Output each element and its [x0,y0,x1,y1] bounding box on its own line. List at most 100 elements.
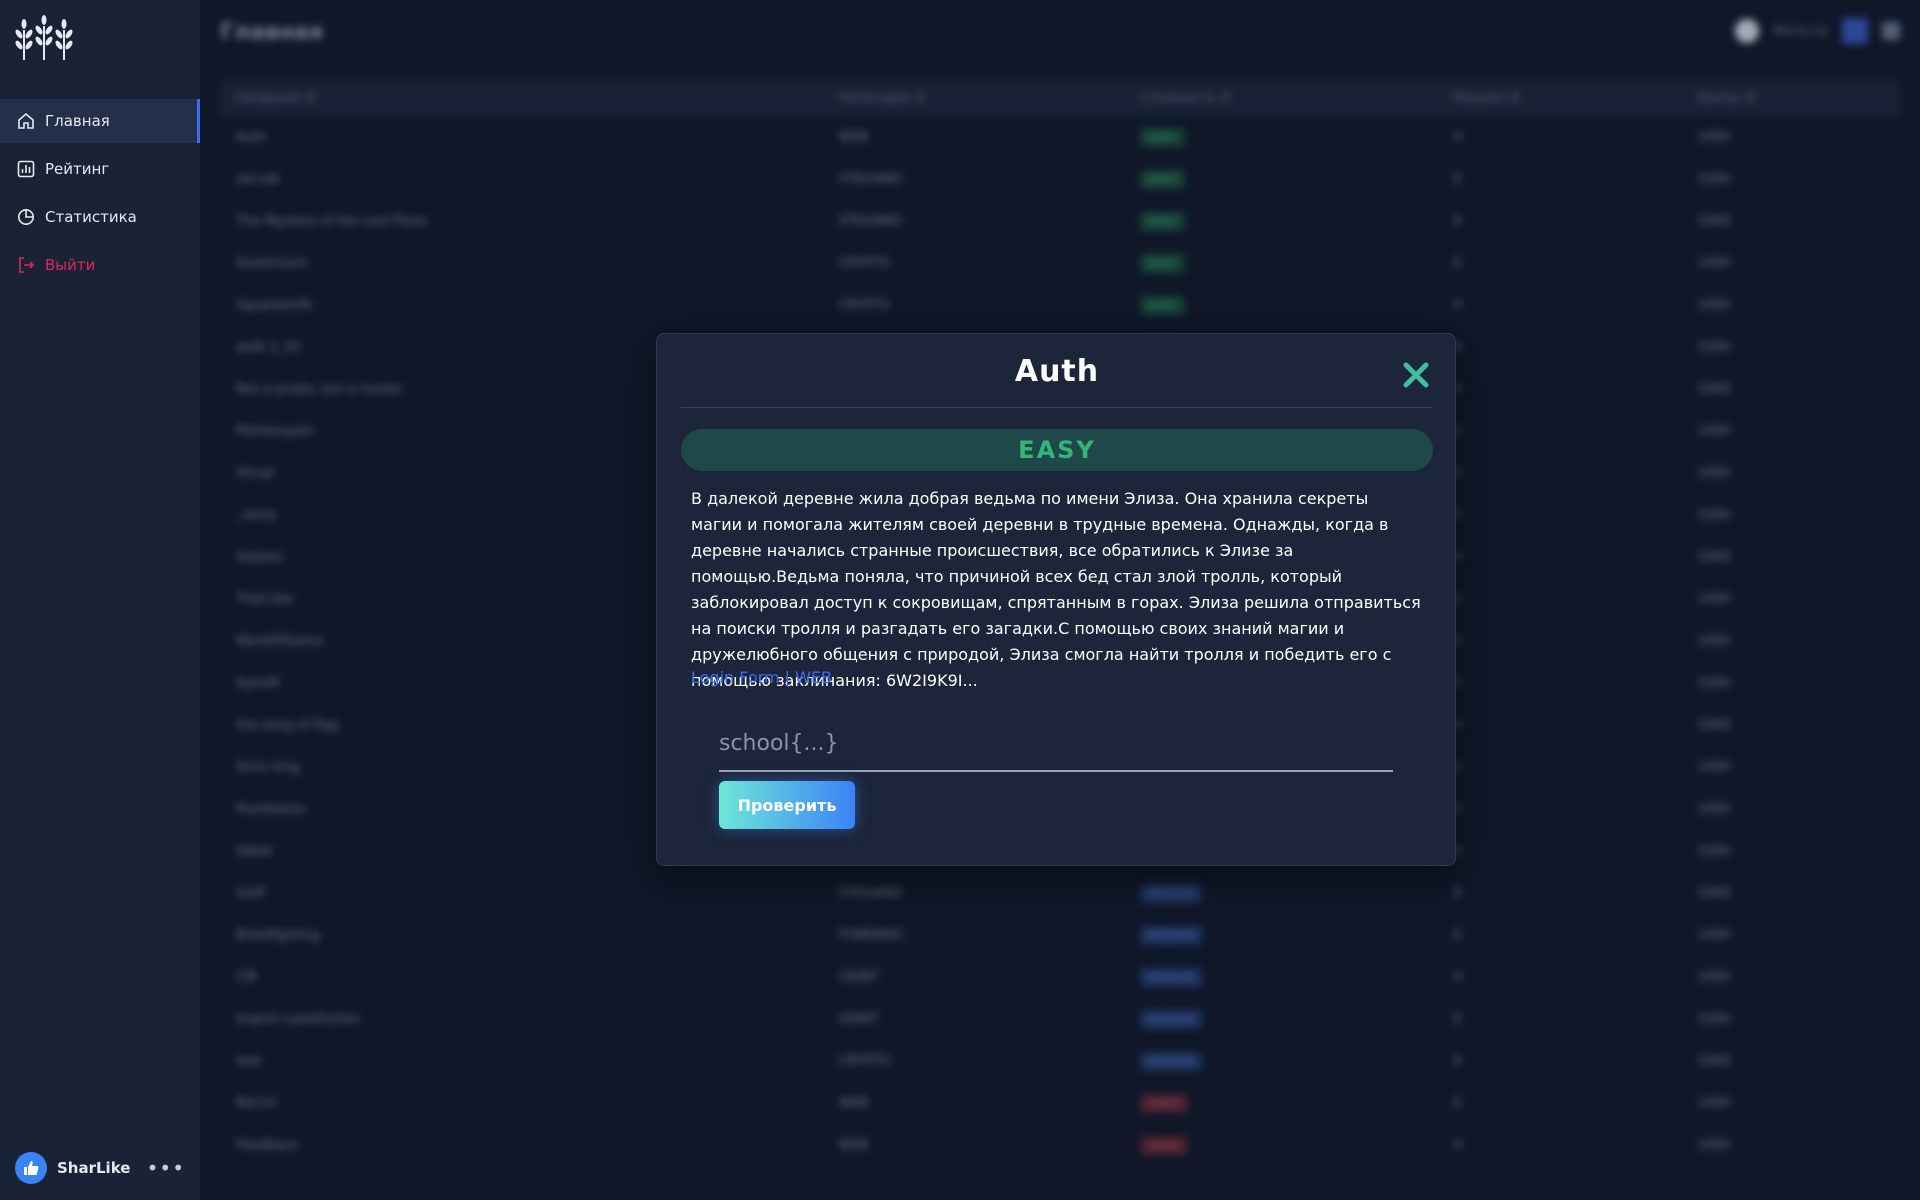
table-row[interactable]: Brestfighting FORENSIC MEDIUM 0 1000 [220,914,1900,956]
task-difficulty-cell: MEDIUM [1124,998,1437,1040]
flag-input[interactable] [719,722,1393,772]
task-category-cell: STEGANO [838,171,903,187]
task-solved-cell: 0 [1453,465,1462,481]
theme-toggle-icon[interactable] [1734,19,1759,43]
task-name-cell: Import substitution [236,1011,361,1027]
table-row[interactable]: ReCoil WEB HARD 0 1000 [220,1082,1900,1124]
grid-icon[interactable] [1882,22,1900,40]
task-name-cell: The Mystery of the Lost Pizza [236,213,427,229]
task-name-cell: ReCoil [236,1095,277,1111]
sidebar-item-home[interactable]: Главная [0,99,200,143]
task-points-cell: 1000 [1697,297,1731,313]
task-difficulty-cell: MEDIUM [1124,914,1437,956]
task-solved-cell: 0 [1453,1095,1462,1111]
logo-icon[interactable] [14,14,74,62]
task-difficulty-cell: MEDIUM [1124,956,1437,998]
modal-title: Auth [1014,354,1100,389]
column-header-name[interactable]: Название ⇵ [220,80,823,116]
table-row[interactable]: Auth WEB EASY 0 1000 [220,116,1900,158]
table-row[interactable]: Feedback WEB HARD 0 1000 [220,1124,1900,1166]
user-name: SharLike [57,1159,131,1177]
table-row[interactable]: Squareshifk CRYPTO EASY 0 1000 [220,284,1900,326]
column-header-difficulty[interactable]: Сложность ⇵ [1124,80,1438,116]
table-row[interactable]: Questroom CRYPTO EASY 0 1000 [220,242,1900,284]
column-header-points[interactable]: Баллы ⇵ [1681,80,1900,116]
task-points-cell: 1000 [1697,423,1731,439]
table-row[interactable]: CM OSINT MEDIUM 0 1000 [220,956,1900,998]
sidebar-item-label: Главная [45,112,110,130]
table-row[interactable]: The Mystery of the Lost Pizza STEGANO EASY… [220,200,1900,242]
task-points-cell: 1000 [1697,633,1731,649]
thumbs-up-icon [24,1161,39,1175]
more-options-icon[interactable]: ••• [147,1156,185,1180]
task-solved-cell: 0 [1453,1053,1462,1069]
task-solved-cell: 0 [1453,969,1462,985]
task-solved-cell: 0 [1453,633,1462,649]
task-category-cell: STEGANO [838,885,903,901]
table-row[interactable]: text CRYPTO MEDIUM 0 1000 [220,1040,1900,1082]
task-points-cell: 1000 [1697,381,1731,397]
task-difficulty-cell: EASY [1124,116,1437,158]
difficulty-badge: HARD [1140,1093,1189,1113]
task-points-cell: 1000 [1697,171,1731,187]
task-solved-cell: 0 [1453,801,1462,817]
difficulty-badge: MEDIUM [1140,925,1203,945]
task-link[interactable]: Login Form | WEB [691,668,832,687]
task-category-cell: CRYPTO [838,255,891,271]
task-difficulty-cell: MEDIUM [1124,872,1437,914]
task-category-cell: WEB [838,129,869,145]
task-category-cell: FORENSIC [838,927,905,943]
task-category-cell: OSINT [838,1011,879,1027]
task-points-cell: 1000 [1697,1095,1731,1111]
task-solved-cell: 0 [1453,843,1462,859]
task-category-cell: STEGANO [838,213,903,229]
task-category-cell: CRYPTO [838,1053,891,1069]
task-solved-cell: 0 [1453,507,1462,523]
difficulty-badge: EASY [681,429,1433,471]
table-row[interactable]: Import substitution OSINT MEDIUM 0 1000 [220,998,1900,1040]
user-profile[interactable]: SharLike ••• [15,1152,185,1184]
difficulty-badge: EASY [1140,253,1185,273]
task-name-cell: Auth [236,129,267,145]
task-name-cell: text [236,1053,262,1069]
task-name-cell: stoff [236,885,265,901]
task-name-cell: CM [236,969,257,985]
difficulty-badge: MEDIUM [1140,883,1203,903]
column-header-solved[interactable]: Решило ⇵ [1437,80,1682,116]
sidebar-item-logout[interactable]: Выйти [0,243,200,287]
chart-icon [17,160,35,178]
table-row[interactable]: secrab STEGANO EASY 0 1000 [220,158,1900,200]
task-difficulty-cell: EASY [1124,242,1437,284]
task-difficulty-cell: HARD [1124,1082,1437,1124]
logout-icon [17,256,35,274]
close-icon[interactable] [1401,360,1431,390]
task-points-cell: 1000 [1697,885,1731,901]
task-modal: Auth EASY В далекой деревне жила добрая … [656,333,1456,866]
task-points-cell: 1000 [1697,1137,1731,1153]
sidebar-item-label: Статистика [45,208,137,226]
task-solved-cell: 0 [1453,423,1462,439]
task-points-cell: 1000 [1697,1053,1731,1069]
table-row[interactable]: stoff STEGANO MEDIUM 0 1000 [220,872,1900,914]
task-points-cell: 1000 [1697,129,1731,145]
sidebar-item-rating[interactable]: Рейтинг [0,147,200,191]
sidebar-item-statistics[interactable]: Статистика [0,195,200,239]
difficulty-badge: MEDIUM [1140,1051,1203,1071]
sidebar: Главная Рейтинг Статистика Выйти SharLik… [0,0,200,1200]
column-header-category[interactable]: Категория ⇵ [822,80,1125,116]
task-solved-cell: 0 [1453,549,1462,565]
task-solved-cell: 0 [1453,129,1462,145]
task-difficulty-cell: EASY [1124,158,1437,200]
task-solved-cell: 0 [1453,171,1462,187]
task-solved-cell: 0 [1453,213,1462,229]
task-solved-cell: 0 [1453,255,1462,271]
table-header-row: Название ⇵ Категория ⇵ Сложность ⇵ Решил… [220,80,1900,116]
avatar[interactable] [15,1152,47,1184]
task-points-cell: 1000 [1697,213,1731,229]
filter-button[interactable]: Фильтр [1773,23,1828,39]
task-solved-cell: 0 [1453,759,1462,775]
task-points-cell: 1000 [1697,507,1731,523]
check-button[interactable]: Проверить [719,781,855,829]
view-toggle-button[interactable] [1842,18,1868,44]
task-solved-cell: 0 [1453,381,1462,397]
